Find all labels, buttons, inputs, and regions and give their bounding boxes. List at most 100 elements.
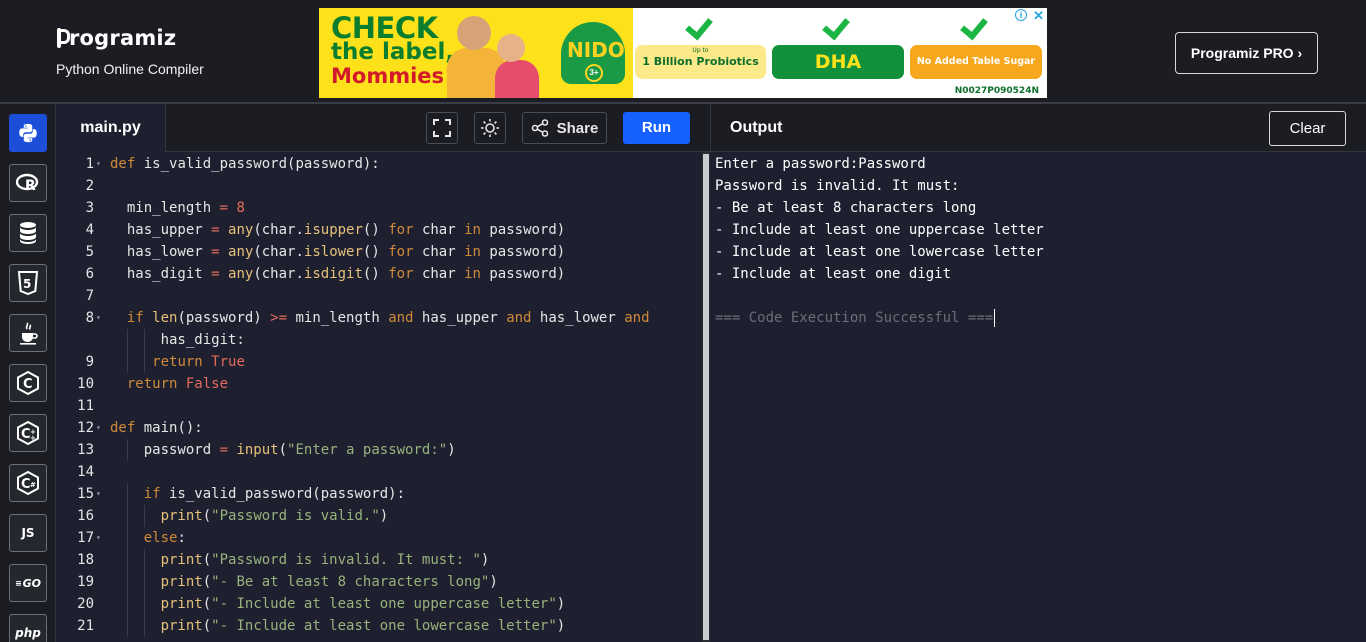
output-header: Output Clear	[710, 104, 1366, 152]
ad-headline-line1: CHECK	[331, 11, 438, 45]
ad-probiotics-small: Up to	[692, 47, 709, 54]
code-line[interactable]: 13 password = input("Enter a password:")	[56, 439, 702, 461]
line-number: 4	[85, 222, 94, 238]
run-button[interactable]: Run	[623, 112, 690, 144]
code-line[interactable]: 15 ▾ if is_valid_password(password):	[56, 483, 702, 505]
advertisement-banner[interactable]: CHECK the label, Mommies! NIDO 3+ Up to …	[319, 8, 1047, 98]
code-text: if len(password) >= min_length and has_u…	[126, 310, 650, 326]
code-line[interactable]: 17 ▾ else:	[56, 527, 702, 549]
sidebar-item-java[interactable]	[9, 314, 47, 352]
code-line[interactable]: 8 ▾ if len(password) >= min_length and ha…	[56, 307, 702, 329]
fullscreen-button[interactable]	[426, 112, 458, 144]
fold-arrow-icon[interactable]: ▾	[96, 483, 101, 505]
fold-arrow-icon[interactable]: ▾	[96, 527, 101, 549]
code-line[interactable]: 6 has_digit = any(char.isdigit() for cha…	[56, 263, 702, 285]
code-line[interactable]: 7	[56, 285, 702, 307]
code-line[interactable]: 18 print("Password is invalid. It must: …	[56, 549, 702, 571]
code-line[interactable]: 21 print("- Include at least one lowerca…	[56, 615, 702, 637]
output-line: Enter a password:Password	[715, 156, 926, 172]
code-text: if is_valid_password(password):	[143, 486, 406, 502]
fold-arrow-icon[interactable]: ▾	[96, 307, 101, 329]
output-line: Password is invalid. It must:	[715, 178, 960, 194]
checkmark-icon	[960, 12, 990, 42]
ad-no-sugar-pill: No Added Table Sugar	[910, 45, 1042, 79]
code-text: print("Password is valid.")	[160, 508, 389, 524]
line-number: 14	[77, 464, 94, 480]
code-line[interactable]: 1 ▾ def is_valid_password(password):	[56, 153, 702, 175]
ad-probiotics-pill: Up to 1 Billion Probiotics	[635, 45, 766, 79]
sidebar-item-javascript[interactable]: JS	[9, 514, 47, 552]
line-number: 20	[77, 596, 94, 612]
page-subtitle: Python Online Compiler	[56, 61, 204, 77]
file-tab-main[interactable]: main.py	[56, 104, 166, 152]
code-text: min_length = 8	[110, 200, 245, 216]
code-line[interactable]: 11	[56, 395, 702, 417]
sidebar-item-sql[interactable]	[9, 214, 47, 252]
code-line[interactable]: 9 return True	[56, 351, 702, 373]
code-line[interactable]: 10 return False	[56, 373, 702, 395]
code-text: def main():	[110, 420, 203, 436]
code-line[interactable]: 12 ▾ def main():	[56, 417, 702, 439]
r-icon-letter: R	[25, 178, 36, 194]
code-line[interactable]: 19 print("- Be at least 8 characters lon…	[56, 571, 702, 593]
code-line[interactable]: 20 print("- Include at least one upperca…	[56, 593, 702, 615]
share-button[interactable]: Share	[522, 112, 607, 144]
sidebar-item-python[interactable]	[9, 114, 47, 152]
code-line[interactable]: 4 has_upper = any(char.isupper() for cha…	[56, 219, 702, 241]
sidebar-item-csharp[interactable]: C #	[9, 464, 47, 502]
sidebar-item-c[interactable]: C	[9, 364, 47, 402]
ad-probiotics-label: 1 Billion Probiotics	[642, 55, 759, 68]
checkmark-icon	[822, 12, 852, 42]
line-number: 17	[77, 530, 94, 546]
ad-close-icon[interactable]: ✕	[1033, 8, 1044, 24]
theme-toggle-button[interactable]	[474, 112, 506, 144]
line-number: 1	[85, 156, 94, 172]
programiz-pro-button[interactable]: Programiz PRO ›	[1175, 32, 1318, 74]
brand[interactable]: rogramiz Python Online Compiler	[56, 26, 204, 77]
sidebar-item-go[interactable]: ≡ GO	[9, 564, 47, 602]
python-icon	[19, 123, 37, 143]
code-line[interactable]: 5 has_lower = any(char.islower() for cha…	[56, 241, 702, 263]
sidebar-item-php[interactable]: php	[9, 614, 47, 642]
code-line[interactable]: has_digit:	[56, 329, 702, 351]
scrollbar-thumb[interactable]	[703, 154, 709, 640]
output-title: Output	[730, 119, 783, 136]
code-editor[interactable]: 1 ▾ def is_valid_password(password): 2 3 min…	[56, 152, 702, 642]
programiz-logo[interactable]: rogramiz	[56, 26, 204, 50]
fold-arrow-icon[interactable]: ▾	[96, 153, 101, 175]
code-line[interactable]: 14	[56, 461, 702, 483]
c-icon-letter: C	[23, 377, 33, 392]
code-line[interactable]: 16 print("Password is valid.")	[56, 505, 702, 527]
ad-info-icon[interactable]: i	[1015, 9, 1027, 21]
code-text: return True	[152, 354, 245, 370]
language-sidebar: R 5 C C + + C # JS ≡ GO php	[0, 104, 56, 642]
clear-output-button[interactable]: Clear	[1269, 111, 1346, 146]
cpp-icon: C + +	[17, 421, 39, 445]
fold-arrow-icon[interactable]: ▾	[96, 417, 101, 439]
sidebar-item-r[interactable]: R	[9, 164, 47, 202]
sun-icon	[481, 119, 499, 137]
panel-splitter-scrollbar[interactable]	[702, 152, 710, 642]
ad-headline-line2: the label,	[331, 39, 455, 65]
sidebar-item-cpp[interactable]: C + +	[9, 414, 47, 452]
code-line[interactable]: 2	[56, 175, 702, 197]
code-line[interactable]: 3 min_length = 8	[56, 197, 702, 219]
sidebar-item-html[interactable]: 5	[9, 264, 47, 302]
line-number: 12	[77, 420, 94, 436]
line-number: 6	[85, 266, 94, 282]
line-number: 9	[85, 354, 94, 370]
line-number: 11	[77, 398, 94, 414]
code-text: print("- Include at least one uppercase …	[160, 596, 566, 612]
code-text: print("- Include at least one lowercase …	[160, 618, 566, 634]
ad-age-badge: 3+	[585, 64, 603, 82]
code-text: has_upper = any(char.isupper() for char …	[110, 222, 566, 238]
html5-icon-label: 5	[23, 277, 31, 291]
ad-headline-panel: CHECK the label, Mommies!	[319, 8, 555, 98]
code-text: has_digit:	[110, 332, 245, 348]
line-number: 19	[77, 574, 94, 590]
output-line: - Include at least one lowercase letter	[715, 244, 1044, 260]
ad-product-name: NIDO	[567, 38, 625, 62]
line-number: 15	[77, 486, 94, 502]
ad-dha-pill: DHA	[772, 45, 904, 79]
output-console[interactable]: Enter a password:Password Password is inv…	[710, 152, 1366, 642]
